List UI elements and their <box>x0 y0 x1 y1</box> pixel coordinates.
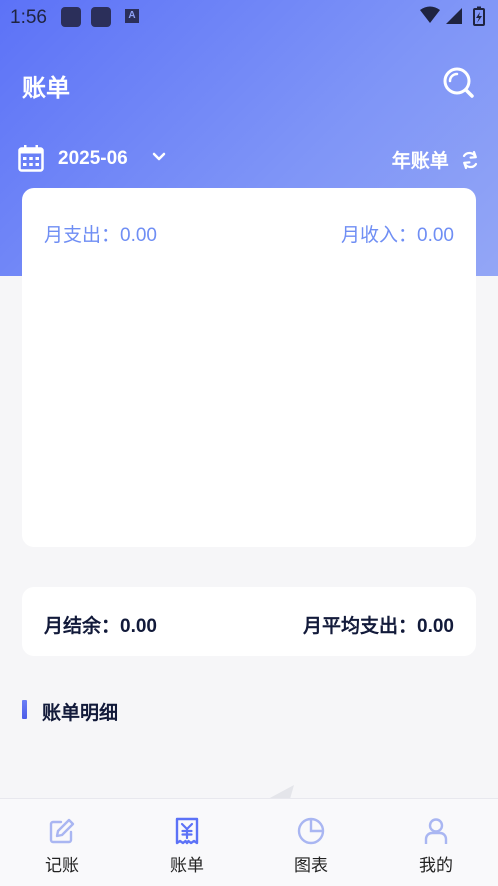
monthly-expense: 月支出：0.00 <box>44 225 157 246</box>
tab-bill[interactable]: 账单 <box>147 799 227 886</box>
search-icon[interactable] <box>440 64 476 100</box>
user-icon <box>424 818 448 844</box>
notification-icon <box>61 7 81 27</box>
month-selector-row: 2025-06 年账单 <box>18 143 480 175</box>
edit-icon <box>49 818 75 844</box>
tab-record[interactable]: 记账 <box>22 799 102 886</box>
section-accent-bar <box>22 700 27 719</box>
year-bill-label: 年账单 <box>391 151 449 172</box>
tab-mine-label: 我的 <box>419 856 453 875</box>
monthly-summary-card: 月支出：0.00 月收入：0.00 <box>22 188 476 547</box>
tab-record-label: 记账 <box>45 856 79 875</box>
bill-icon <box>175 817 199 845</box>
monthly-income: 月收入：0.00 <box>341 225 454 246</box>
tab-chart[interactable]: 图表 <box>271 799 351 886</box>
refresh-icon <box>462 150 478 169</box>
month-value[interactable]: 2025-06 <box>58 148 128 170</box>
year-bill-button[interactable]: 年账单 <box>392 146 480 173</box>
pie-chart-icon <box>297 817 325 845</box>
tab-chart-label: 图表 <box>294 856 328 875</box>
page-title: 账单 <box>22 75 70 102</box>
bottom-tab-bar: 记账 账单 图表 我的 <box>0 798 498 886</box>
status-bar: 1:56 A <box>0 0 498 34</box>
notification-icon <box>91 7 111 27</box>
balance-card: 月结余：0.00 月平均支出：0.00 <box>22 587 476 656</box>
calendar-icon[interactable] <box>18 144 44 172</box>
status-time: 1:56 <box>10 7 47 28</box>
tab-mine[interactable]: 我的 <box>396 799 476 886</box>
system-status-icons <box>420 6 485 26</box>
monthly-average-expense: 月平均支出：0.00 <box>303 616 454 637</box>
tab-bill-label: 账单 <box>170 856 204 875</box>
keyboard-indicator-icon: A <box>125 9 139 23</box>
monthly-balance: 月结余：0.00 <box>44 616 157 637</box>
chevron-down-icon[interactable] <box>151 149 167 165</box>
empty-state-decoration <box>268 785 294 799</box>
section-title: 账单明细 <box>42 703 119 724</box>
